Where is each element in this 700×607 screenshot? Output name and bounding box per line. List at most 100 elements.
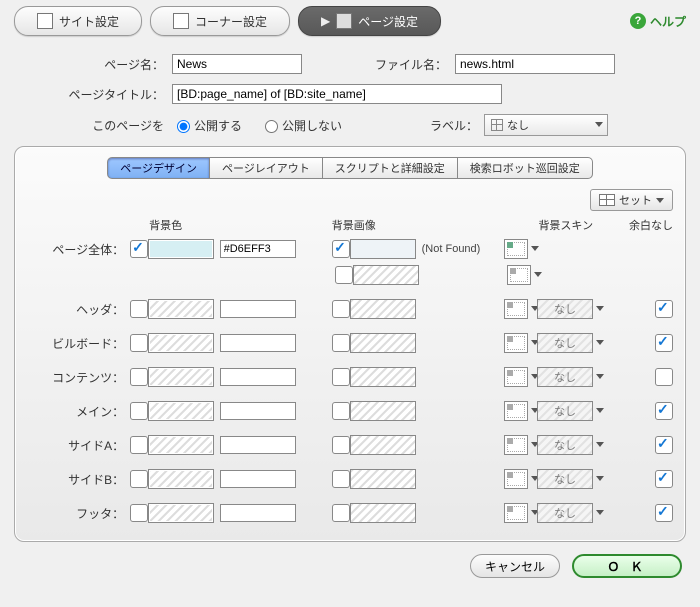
margin-checkbox[interactable] — [655, 402, 673, 420]
image-preview[interactable] — [350, 333, 416, 353]
tab-label: サイト設定 — [59, 13, 119, 30]
hex-input[interactable] — [220, 504, 296, 522]
image-position[interactable] — [504, 367, 528, 387]
skin-select[interactable]: なし — [537, 333, 593, 353]
skin-select[interactable]: なし — [537, 469, 593, 489]
image-preview[interactable] — [350, 503, 416, 523]
tab-corner-settings[interactable]: コーナー設定 — [150, 6, 290, 36]
bgcolor-checkbox[interactable] — [130, 368, 148, 386]
bgcolor-checkbox[interactable] — [130, 504, 148, 522]
bgimage-checkbox[interactable] — [332, 240, 350, 258]
subtab-script[interactable]: スクリプトと詳細設定 — [323, 157, 458, 179]
bgcolor-checkbox[interactable] — [130, 300, 148, 318]
color-swatch[interactable] — [148, 299, 214, 319]
row-side-a: サイドA： なし — [27, 435, 673, 455]
skin-select[interactable]: なし — [537, 401, 593, 421]
ok-button[interactable]: Ｏ Ｋ — [572, 554, 682, 578]
margin-checkbox[interactable] — [655, 368, 673, 386]
color-swatch[interactable] — [148, 503, 214, 523]
skin-select[interactable]: なし — [537, 503, 593, 523]
bgcolor-checkbox[interactable] — [130, 402, 148, 420]
skin-select[interactable]: なし — [537, 299, 593, 319]
image-preview[interactable] — [350, 299, 416, 319]
tab-page-settings[interactable]: ▶ ページ設定 — [298, 6, 441, 36]
page-title-input[interactable] — [172, 84, 502, 104]
hex-input[interactable] — [220, 240, 296, 258]
header-bgimage: 背景画像 — [332, 217, 539, 233]
chevron-down-icon — [531, 246, 539, 251]
bgcolor-checkbox[interactable] — [130, 334, 148, 352]
hex-input[interactable] — [220, 300, 296, 318]
page-name-input[interactable] — [172, 54, 302, 74]
header-bgcolor: 背景色 — [149, 217, 332, 233]
image-preview[interactable] — [350, 435, 416, 455]
bgimage-checkbox[interactable] — [332, 334, 350, 352]
color-swatch[interactable] — [148, 469, 214, 489]
margin-checkbox[interactable] — [655, 334, 673, 352]
file-name-input[interactable] — [455, 54, 615, 74]
cancel-button[interactable]: キャンセル — [470, 554, 560, 578]
chevron-down-icon — [534, 272, 542, 277]
dialog-footer: キャンセル Ｏ Ｋ — [14, 554, 686, 578]
bgimage-checkbox[interactable] — [332, 436, 350, 454]
skin-select[interactable]: なし — [537, 367, 593, 387]
image-position[interactable] — [504, 239, 528, 259]
set-button[interactable]: セット — [590, 189, 673, 211]
image-position[interactable] — [504, 401, 528, 421]
image-position[interactable] — [504, 469, 528, 489]
design-panel: ページデザイン ページレイアウト スクリプトと詳細設定 検索ロボット巡回設定 セ… — [14, 146, 686, 542]
bgimage-checkbox[interactable] — [332, 470, 350, 488]
image-position[interactable] — [507, 265, 531, 285]
row-label: フッタ： — [27, 505, 130, 522]
subtab-robot[interactable]: 検索ロボット巡回設定 — [458, 157, 593, 179]
radio-publish-no[interactable]: 公開しない — [260, 117, 342, 134]
bgimage-checkbox[interactable] — [332, 300, 350, 318]
margin-checkbox[interactable] — [655, 504, 673, 522]
image-position[interactable] — [504, 435, 528, 455]
help-button[interactable]: ? ヘルプ — [630, 13, 686, 30]
label-icon — [491, 119, 503, 131]
bgcolor-checkbox[interactable] — [130, 436, 148, 454]
main-tabs: サイト設定 コーナー設定 ▶ ページ設定 ? ヘルプ — [14, 6, 686, 36]
subtab-design[interactable]: ページデザイン — [107, 157, 210, 179]
radio-publish-yes[interactable]: 公開する — [172, 117, 242, 134]
image-position[interactable] — [504, 333, 528, 353]
subtab-layout[interactable]: ページレイアウト — [210, 157, 323, 179]
bgimage-checkbox[interactable] — [332, 368, 350, 386]
row-label: ページ全体： — [27, 241, 130, 258]
image-position[interactable] — [504, 299, 528, 319]
color-swatch[interactable] — [148, 401, 214, 421]
color-swatch[interactable] — [148, 435, 214, 455]
image-preview[interactable] — [350, 239, 416, 259]
hex-input[interactable] — [220, 334, 296, 352]
image-notfound: (Not Found) — [422, 243, 496, 255]
image-preview[interactable] — [350, 401, 416, 421]
color-swatch[interactable] — [148, 239, 214, 259]
margin-checkbox[interactable] — [655, 436, 673, 454]
image-position[interactable] — [504, 503, 528, 523]
color-swatch[interactable] — [148, 333, 214, 353]
row-header: ヘッダ： なし — [27, 299, 673, 319]
image-preview[interactable] — [350, 469, 416, 489]
tab-site-settings[interactable]: サイト設定 — [14, 6, 142, 36]
hex-input[interactable] — [220, 436, 296, 454]
bgcolor-checkbox[interactable] — [130, 470, 148, 488]
tab-label: ページ設定 — [358, 13, 418, 30]
bgimage-checkbox[interactable] — [332, 402, 350, 420]
set-label: セット — [619, 192, 652, 208]
bgimage2-checkbox[interactable] — [335, 266, 352, 284]
skin-select[interactable]: なし — [537, 435, 593, 455]
hex-input[interactable] — [220, 470, 296, 488]
hex-input[interactable] — [220, 368, 296, 386]
bgcolor-checkbox[interactable] — [130, 240, 148, 258]
hex-input[interactable] — [220, 402, 296, 420]
header-bgskin: 背景スキン — [538, 217, 615, 233]
bgimage-checkbox[interactable] — [332, 504, 350, 522]
color-swatch[interactable] — [148, 367, 214, 387]
row-label: メイン： — [27, 403, 130, 420]
margin-checkbox[interactable] — [655, 300, 673, 318]
image-preview[interactable] — [350, 367, 416, 387]
margin-checkbox[interactable] — [655, 470, 673, 488]
label-select[interactable]: なし — [484, 114, 608, 136]
image-preview[interactable] — [353, 265, 419, 285]
